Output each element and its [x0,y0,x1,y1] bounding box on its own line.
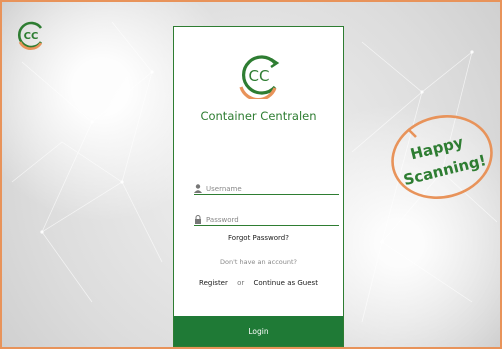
or-text: or [237,279,245,287]
continue-as-guest-link[interactable]: Continue as Guest [254,279,318,287]
password-field[interactable] [194,210,339,226]
lock-icon [195,215,201,224]
svg-text:CC: CC [249,67,270,85]
cc-logo-icon: CC [239,55,280,99]
user-icon [194,184,202,193]
forgot-password-link[interactable]: Forgot Password? [174,234,343,242]
brand-name: Container Centralen [200,109,317,123]
page-frame: CC CC Container Centralen Forgot Passwor… [0,0,502,349]
login-card: CC Container Centralen Forgot Password? … [173,26,344,347]
register-link[interactable]: Register [199,279,228,287]
happy-scanning-sticker: Happy Scanning! [391,115,493,199]
username-input[interactable] [206,185,326,193]
svg-text:CC: CC [24,31,39,42]
no-account-text: Don't have an account? [219,258,298,266]
login-button[interactable]: Login [174,316,343,346]
password-input[interactable] [206,216,326,224]
cc-logo-icon: CC [18,21,43,50]
account-links: Register or Continue as Guest [174,279,343,287]
username-field[interactable] [194,179,339,195]
